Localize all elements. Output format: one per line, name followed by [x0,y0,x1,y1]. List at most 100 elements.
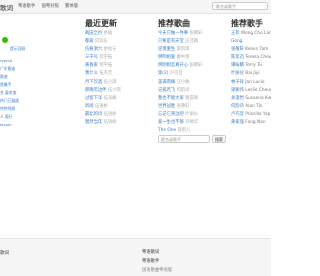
sidebar-link[interactable]: 首播手 [0,82,11,88]
singer-sub: Susanna Kwan [245,95,271,101]
recommended-item[interactable]: 只要是有天堂 汪佳颖 [158,38,222,46]
latest-item[interactable]: 那晚年边伴 伍小琪 [85,87,149,95]
nav-cantonese-singers[interactable]: 粤语歌手 [18,4,35,9]
sidebar-link[interactable]: ryonid [0,58,12,63]
nav-traditional[interactable]: 繁体版 [65,4,78,9]
recommended-item[interactable]: 爱一生也不够 刘德华 [158,119,222,127]
latest-item[interactable]: 我什么 伍杰芳 [85,70,149,78]
singer-name[interactable]: 梁朝伟 [231,88,244,93]
latest-name[interactable]: 我什么 [85,71,98,76]
singer-item[interactable]: 林子祥 Jan Lucio [231,79,271,87]
latest-sub: 何宇拓 [99,63,113,69]
latest-item[interactable]: 听闻 伍语彬 [85,103,149,111]
singer-item[interactable]: 关淑怡 Susanna Kwan [231,95,271,103]
singer-name[interactable]: 何韵诗 [231,104,244,109]
singer-sub: Wong Cho Lam [240,31,271,36]
latest-name[interactable]: 过客下洋 [85,96,102,101]
recommended-item[interactable]: 世界战胜 张敬轩 [158,103,222,111]
singer-name[interactable]: 林子祥 [231,80,244,85]
latest-item[interactable]: 月下饮酒 伍小琪 [85,79,149,87]
site-logo[interactable]: 歌词 [0,2,13,12]
recommended-item[interactable]: 今天只做一件事 张敬轩 [158,30,222,38]
recommended-item[interactable]: The One 容祖儿 [158,127,222,135]
recommended-name[interactable]: 美满而痛 [158,80,175,85]
singer-item[interactable]: 卢巧音 Priscilla Yap [231,111,271,119]
latest-item[interactable]: 都爱 何润东 [85,38,149,46]
singer-item[interactable]: 王菲 Wong Cho Lam [231,30,271,38]
recommended-item[interactable]: 记爱若飞 何韵诗 [158,87,222,95]
song-search-input[interactable]: 歌名或歌手 [158,135,210,143]
recommended-name[interactable]: 逆境重生 [158,47,175,52]
singer-item[interactable]: 黄家强 Fong Nan [231,119,271,127]
recommended-name[interactable]: 我也不能大家 [158,96,184,101]
singer-item[interactable]: 谭咏麟 Terry Tu [231,62,271,70]
latest-name[interactable]: 伤痕洞穴 [85,47,102,52]
footer-title: 粤语歌词 [142,250,160,255]
search-button[interactable]: 搜索 [212,135,226,143]
nav-mandarin-cantonese[interactable]: 国粤对照 [42,4,59,9]
sidebar-link[interactable]: 特供阿朗 [0,106,15,112]
latest-name[interactable]: 黯然当年 [85,120,102,125]
singer-name[interactable]: 谭咏麟 [231,63,244,68]
singer-name[interactable]: 黄家强 [231,120,244,125]
sidebar-link[interactable]: 人 版行 [0,114,13,120]
singer-name[interactable]: 陈奕迅 [231,55,244,60]
singer-name[interactable]: 王菲 [231,31,240,36]
singer-name[interactable]: 关淑怡 [231,96,244,101]
latest-name[interactable]: 最北的诗 [85,112,102,117]
singer-item[interactable]: 陈奕迅 Teresa Cheung [231,54,271,62]
latest-name[interactable]: 三千号 [85,55,98,60]
singer-name[interactable]: 张敬轩 [231,47,244,52]
latest-item[interactable]: 两田之约 余楠 [85,30,149,38]
recommended-item[interactable]: 明明相恋真开心 张敬轩 [158,62,222,70]
latest-name[interactable]: 月下饮酒 [85,80,102,85]
sidebar-link[interactable]: 名 要求查 [0,90,16,96]
footer-link[interactable]: 国语歌曲粤语版 [142,267,172,273]
sidebar-link[interactable]: 提示回顾 [10,46,25,52]
singer-item[interactable]: 何韵诗 Alan Tin [231,103,271,111]
latest-sub: 余楠 [103,31,113,36]
recommended-name[interactable]: 明明相爱 [158,55,175,60]
singer-item[interactable]: 叶丽仪 Bai Jiyi [231,70,271,78]
singer-name[interactable]: 卢巧音 [231,112,244,117]
recommended-name[interactable]: 第(2) [158,71,168,76]
recommended-item[interactable]: 逆境重生 薛凯琪 [158,46,222,54]
recommended-name[interactable]: 只要是有天堂 [158,39,184,44]
recommended-name[interactable]: 记爱若飞 [158,88,175,93]
recommended-name[interactable]: 忘记它哭泣吧 [158,112,184,117]
latest-name[interactable]: 都爱 [85,39,94,44]
singer-item[interactable]: 梁朝伟 Leslie Cheung [231,87,271,95]
recommended-item[interactable]: 忘记它哭泣吧 叶丽仪 [158,111,222,119]
latest-item[interactable]: 三千号 何宇拓 [85,54,149,62]
singer-name[interactable]: Gong [231,39,242,44]
latest-name[interactable]: 黄昏家 [85,63,98,68]
latest-item[interactable]: 黯然当年 伍语彬 [85,119,149,127]
recommended-name[interactable]: 明明相恋真开心 [158,63,188,68]
latest-item[interactable]: 伤痕洞穴 余佑宁 [85,46,149,54]
recommended-item[interactable]: 明明相爱 鄭中基 [158,54,222,62]
recommended-item[interactable]: 我也不能大家 谢霆锋 [158,95,222,103]
recommended-name[interactable]: 今天只做一件事 [158,31,188,36]
latest-item[interactable]: 最北的诗 伍语彬 [85,111,149,119]
footer-link[interactable]: 粤语歌手 [142,258,159,264]
sidebar-link[interactable]: 歌曲 [0,74,8,80]
latest-name[interactable]: 那晚年边伴 [85,88,106,93]
recommended-name[interactable]: The One [158,128,176,133]
latest-name[interactable]: 两田之约 [85,31,102,36]
singer-item[interactable]: Gong [231,38,271,46]
latest-item[interactable]: 过客下洋 伍洋峰 [85,95,149,103]
recommended-item[interactable]: 第(2) 卢巧音 [158,70,222,78]
singer-item[interactable]: 张敬轩 Kelvin Tam [231,46,271,54]
singer-name[interactable]: 叶丽仪 [231,71,244,76]
recommended-name[interactable]: 爱一生也不够 [158,120,184,125]
latest-name[interactable]: 听闻 [85,104,94,109]
singer-sub: Jan Lucio [245,79,265,85]
recommended-item[interactable]: 美满而痛 汪小敏 [158,79,222,87]
section-title: 推荐歌手 [231,19,263,28]
sidebar-link[interactable]: ieyoni [0,122,11,127]
sidebar-link[interactable]: 广东歌迷 [0,66,15,72]
recommended-name[interactable]: 世界战胜 [158,104,175,109]
sidebar-link[interactable]: 热门已展翅 [0,98,19,104]
search-input[interactable]: 歌名或歌手 [212,2,268,10]
latest-item[interactable]: 黄昏家 何宇拓 [85,62,149,70]
